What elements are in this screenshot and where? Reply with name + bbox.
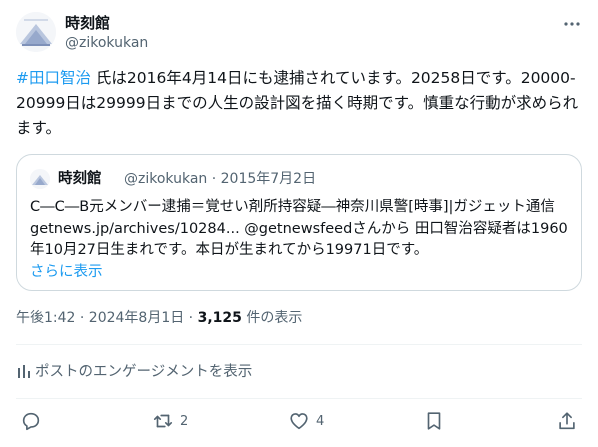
quote-avatar — [30, 169, 50, 189]
quote-meta: @zikokukan · 2015年7月2日 — [124, 171, 317, 187]
bookmark-icon — [427, 412, 441, 430]
repost-icon — [153, 414, 173, 428]
share-icon — [559, 412, 575, 430]
reply-icon — [22, 412, 40, 431]
more-options-icon[interactable] — [562, 14, 582, 34]
tweet-meta: 午後1:42 · 2024年8月1日 · 3,125 件の表示 — [16, 308, 302, 328]
reply-button[interactable] — [20, 410, 48, 432]
time-date[interactable]: 午後1:42 · 2024年8月1日 · — [16, 310, 198, 326]
like-count: 4 — [316, 413, 325, 429]
share-button[interactable] — [556, 410, 578, 432]
bookmark-button[interactable] — [423, 410, 445, 432]
divider — [16, 398, 582, 399]
quote-body: C―C―B元メンバー逮捕＝覚せい剤所持容疑―神奈川県警[時事]|ガジェット通信 … — [30, 199, 568, 258]
engagements-label: ポストのエンゲージメントを表示 — [35, 364, 253, 380]
repost-count: 2 — [180, 413, 189, 429]
handle[interactable]: @zikokukan — [65, 33, 148, 53]
show-more-link[interactable]: さらに表示 — [30, 262, 575, 284]
tweet-header: 時刻館 @zikokukan — [16, 12, 582, 56]
views-label: 件の表示 — [241, 310, 303, 326]
avatar[interactable] — [16, 12, 56, 52]
quote-text: C―C―B元メンバー逮捕＝覚せい剤所持容疑―神奈川県警[時事]|ガジェット通信 … — [30, 197, 575, 283]
analytics-icon — [18, 365, 30, 378]
heart-icon — [290, 413, 308, 430]
hashtag-link[interactable]: #田口智治 — [16, 69, 91, 87]
quote-display-name: 時刻館 — [58, 171, 102, 187]
divider — [16, 344, 582, 345]
tweet-body: 氏は2016年4月14日にも逮捕されています。20258日です。20000-20… — [16, 69, 579, 137]
quoted-tweet[interactable]: 時刻館 @zikokukan · 2015年7月2日 C―C―B元メンバー逮捕＝… — [16, 154, 582, 291]
tweet-text: #田口智治 氏は2016年4月14日にも逮捕されています。20258日です。20… — [16, 66, 582, 141]
like-button[interactable]: 4 — [288, 410, 324, 432]
view-engagements-link[interactable]: ポストのエンゲージメントを表示 — [16, 362, 252, 382]
action-bar: 2 4 — [20, 410, 580, 436]
display-name[interactable]: 時刻館 — [65, 13, 148, 33]
repost-button[interactable]: 2 — [152, 410, 188, 432]
views-count: 3,125 — [197, 310, 242, 326]
